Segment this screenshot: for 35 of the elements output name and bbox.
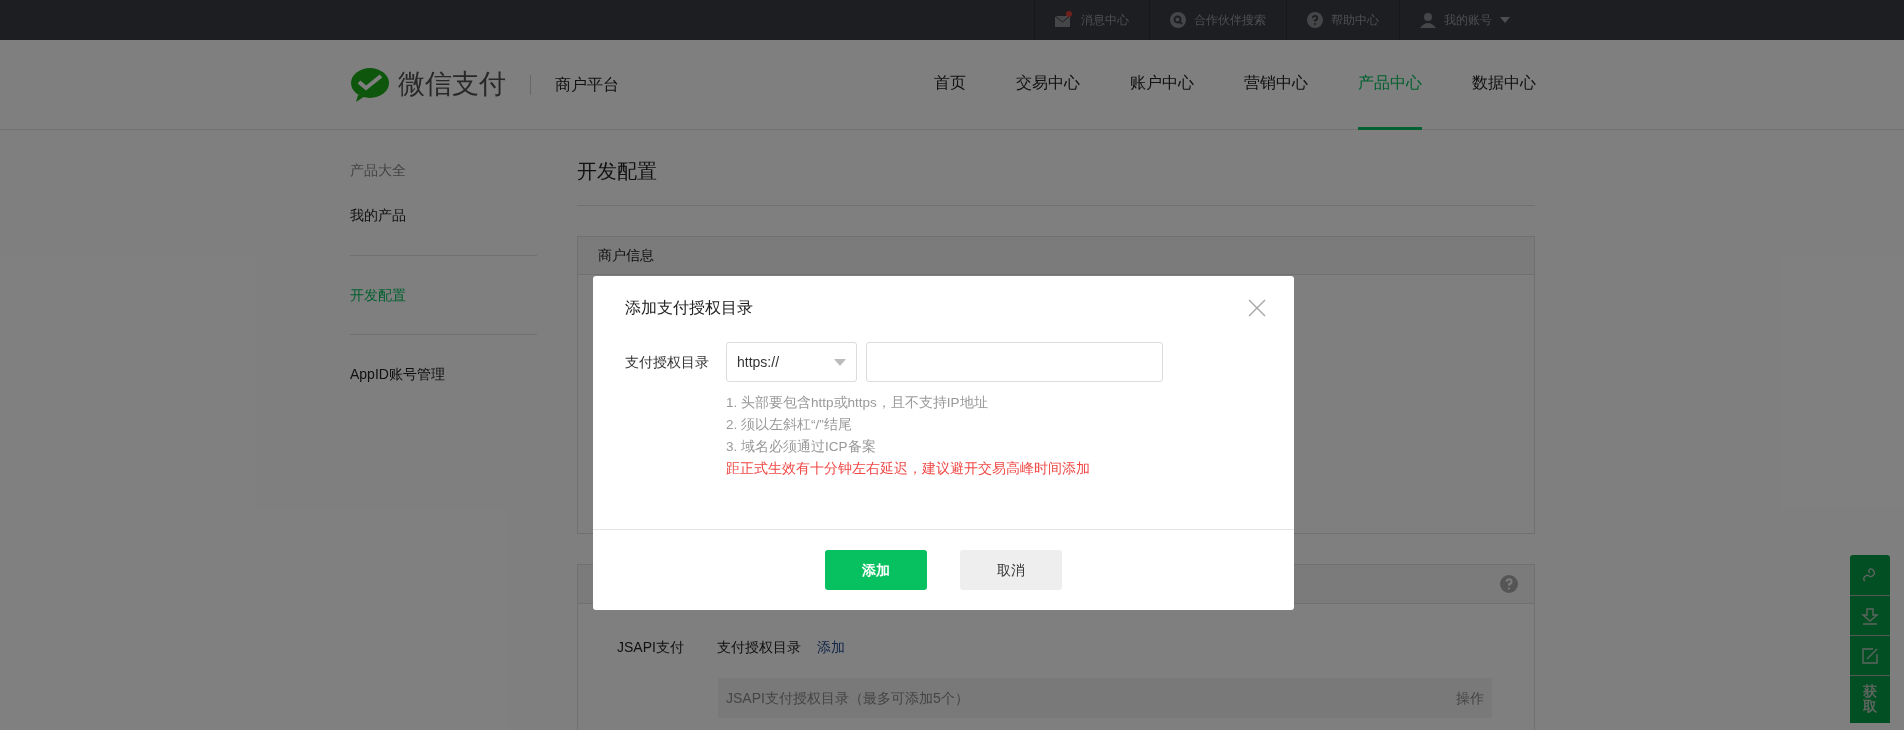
page-title: 开发配置 [577, 160, 657, 182]
platform-name: 商户平台 [555, 74, 619, 95]
edit-icon [1861, 646, 1879, 665]
nav-tab[interactable]: 首页 [934, 39, 966, 130]
add-link[interactable]: 添加 [817, 637, 845, 658]
logo-icon [350, 66, 390, 103]
mail-icon [1055, 13, 1073, 27]
warning-text: 距正式生效有十分钟左右延迟，建议避开交易高峰时间添加 [726, 460, 1091, 478]
sidebar-item[interactable]: 我的产品 [350, 205, 537, 225]
caret-icon [834, 358, 846, 366]
caret-icon [1500, 17, 1510, 23]
help-icon [1307, 12, 1323, 28]
download-icon [1861, 606, 1879, 625]
field-label: 支付授权目录 [625, 352, 710, 372]
field-label: 支付授权目录 [717, 638, 801, 657]
nav-tab[interactable]: 账户中心 [1130, 39, 1194, 130]
product-name: JSAPI支付 [617, 638, 685, 657]
panel-title: 商户信息 [598, 246, 654, 265]
sidebar-item[interactable]: AppID账号管理 [350, 364, 537, 384]
cancel-button[interactable]: 取消 [960, 550, 1062, 590]
hint-text: 1. 头部要包含http或https，且不支持IP地址 [726, 394, 989, 412]
user-icon [1420, 12, 1436, 28]
logo-text: 微信支付 [398, 68, 506, 102]
nav-tab[interactable]: 交易中心 [1016, 39, 1080, 130]
close-icon[interactable] [1248, 299, 1266, 317]
protocol-select[interactable]: https:// [726, 342, 857, 382]
search-icon [1170, 12, 1186, 28]
dialog-title: 添加支付授权目录 [625, 298, 753, 318]
sidebar-section-title: 产品大全 [350, 161, 407, 180]
help-icon[interactable] [1500, 575, 1518, 593]
nav-tab[interactable]: 营销中心 [1244, 39, 1308, 130]
hint-text: 2. 须以左斜杠“/”结尾 [726, 416, 853, 434]
nav-tab[interactable]: 数据中心 [1472, 39, 1536, 130]
path-input-field[interactable] [866, 342, 1163, 382]
hint-text: 3. 域名必须通过ICP备案 [726, 438, 877, 456]
